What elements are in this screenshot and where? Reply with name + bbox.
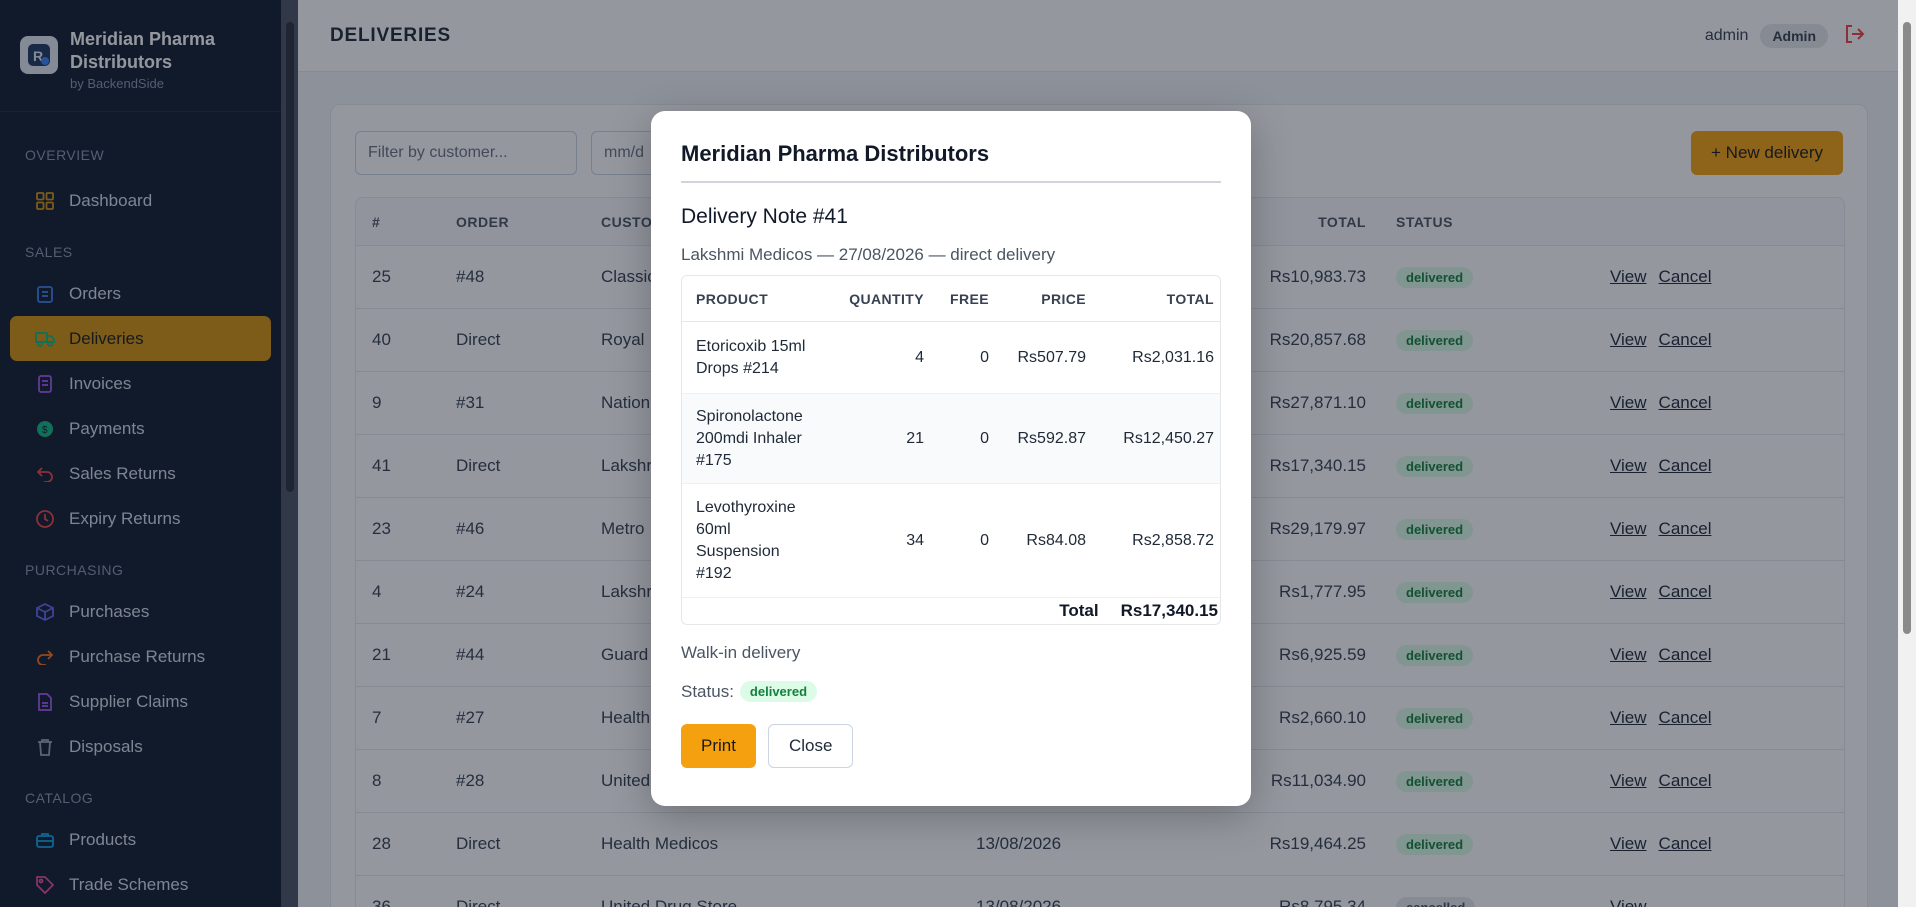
total-value: Rs17,340.15 bbox=[1120, 601, 1218, 620]
line-price: Rs592.87 bbox=[1017, 429, 1087, 447]
col-line-total: TOTAL bbox=[1166, 290, 1214, 307]
status-badge: delivered bbox=[739, 681, 818, 702]
modal-lines-table: PRODUCT QUANTITY FREE PRICE TOTAL Etoric… bbox=[681, 275, 1221, 625]
col-price: PRICE bbox=[1041, 290, 1086, 307]
modal-total-row: Total Rs17,340.15 bbox=[682, 598, 1220, 624]
line-total: Rs2,858.72 bbox=[1132, 531, 1214, 549]
line-quantity: 4 bbox=[915, 348, 924, 366]
line-price: Rs84.08 bbox=[1026, 531, 1086, 549]
modal-table-header: PRODUCT QUANTITY FREE PRICE TOTAL bbox=[682, 276, 1220, 322]
line-free: 0 bbox=[980, 348, 989, 366]
line-total: Rs12,450.27 bbox=[1123, 429, 1214, 447]
line-free: 0 bbox=[980, 429, 989, 447]
line-quantity: 34 bbox=[906, 531, 924, 549]
modal-actions: Print Close bbox=[681, 724, 1221, 768]
line-price: Rs507.79 bbox=[1017, 348, 1087, 366]
line-free: 0 bbox=[980, 531, 989, 549]
table-row: Spironolactone 200mdi Inhaler #175 21 0 … bbox=[682, 394, 1220, 484]
close-button[interactable]: Close bbox=[767, 724, 854, 768]
table-row: Etoricoxib 15ml Drops #214 4 0 Rs507.79 … bbox=[682, 322, 1220, 394]
modal-status: Status: delivered bbox=[681, 681, 1221, 702]
modal-subtitle: Lakshmi Medicos — 27/08/2026 — direct de… bbox=[681, 245, 1056, 264]
line-product: Spironolactone 200mdi Inhaler #175 bbox=[696, 407, 803, 469]
line-quantity: 21 bbox=[906, 429, 924, 447]
delivery-note-modal: Meridian Pharma Distributors Delivery No… bbox=[651, 111, 1251, 806]
modal-company: Meridian Pharma Distributors bbox=[681, 141, 1221, 183]
col-free: FREE bbox=[950, 290, 989, 307]
print-button[interactable]: Print bbox=[681, 724, 756, 768]
page-scrollbar-thumb[interactable] bbox=[1903, 22, 1911, 634]
line-total: Rs2,031.16 bbox=[1132, 348, 1214, 366]
col-product: PRODUCT bbox=[696, 290, 769, 307]
line-product: Etoricoxib 15ml Drops #214 bbox=[696, 337, 806, 377]
modal-title: Delivery Note #41 bbox=[681, 205, 848, 228]
line-product: Levothyroxine 60ml Suspension #192 bbox=[696, 498, 796, 582]
delivery-note-text: Walk-in delivery bbox=[681, 643, 801, 662]
total-label: Total bbox=[1059, 601, 1099, 620]
status-label: Status: bbox=[681, 681, 734, 701]
table-row: Levothyroxine 60ml Suspension #192 34 0 … bbox=[682, 484, 1220, 598]
col-quantity: QUANTITY bbox=[849, 290, 924, 307]
